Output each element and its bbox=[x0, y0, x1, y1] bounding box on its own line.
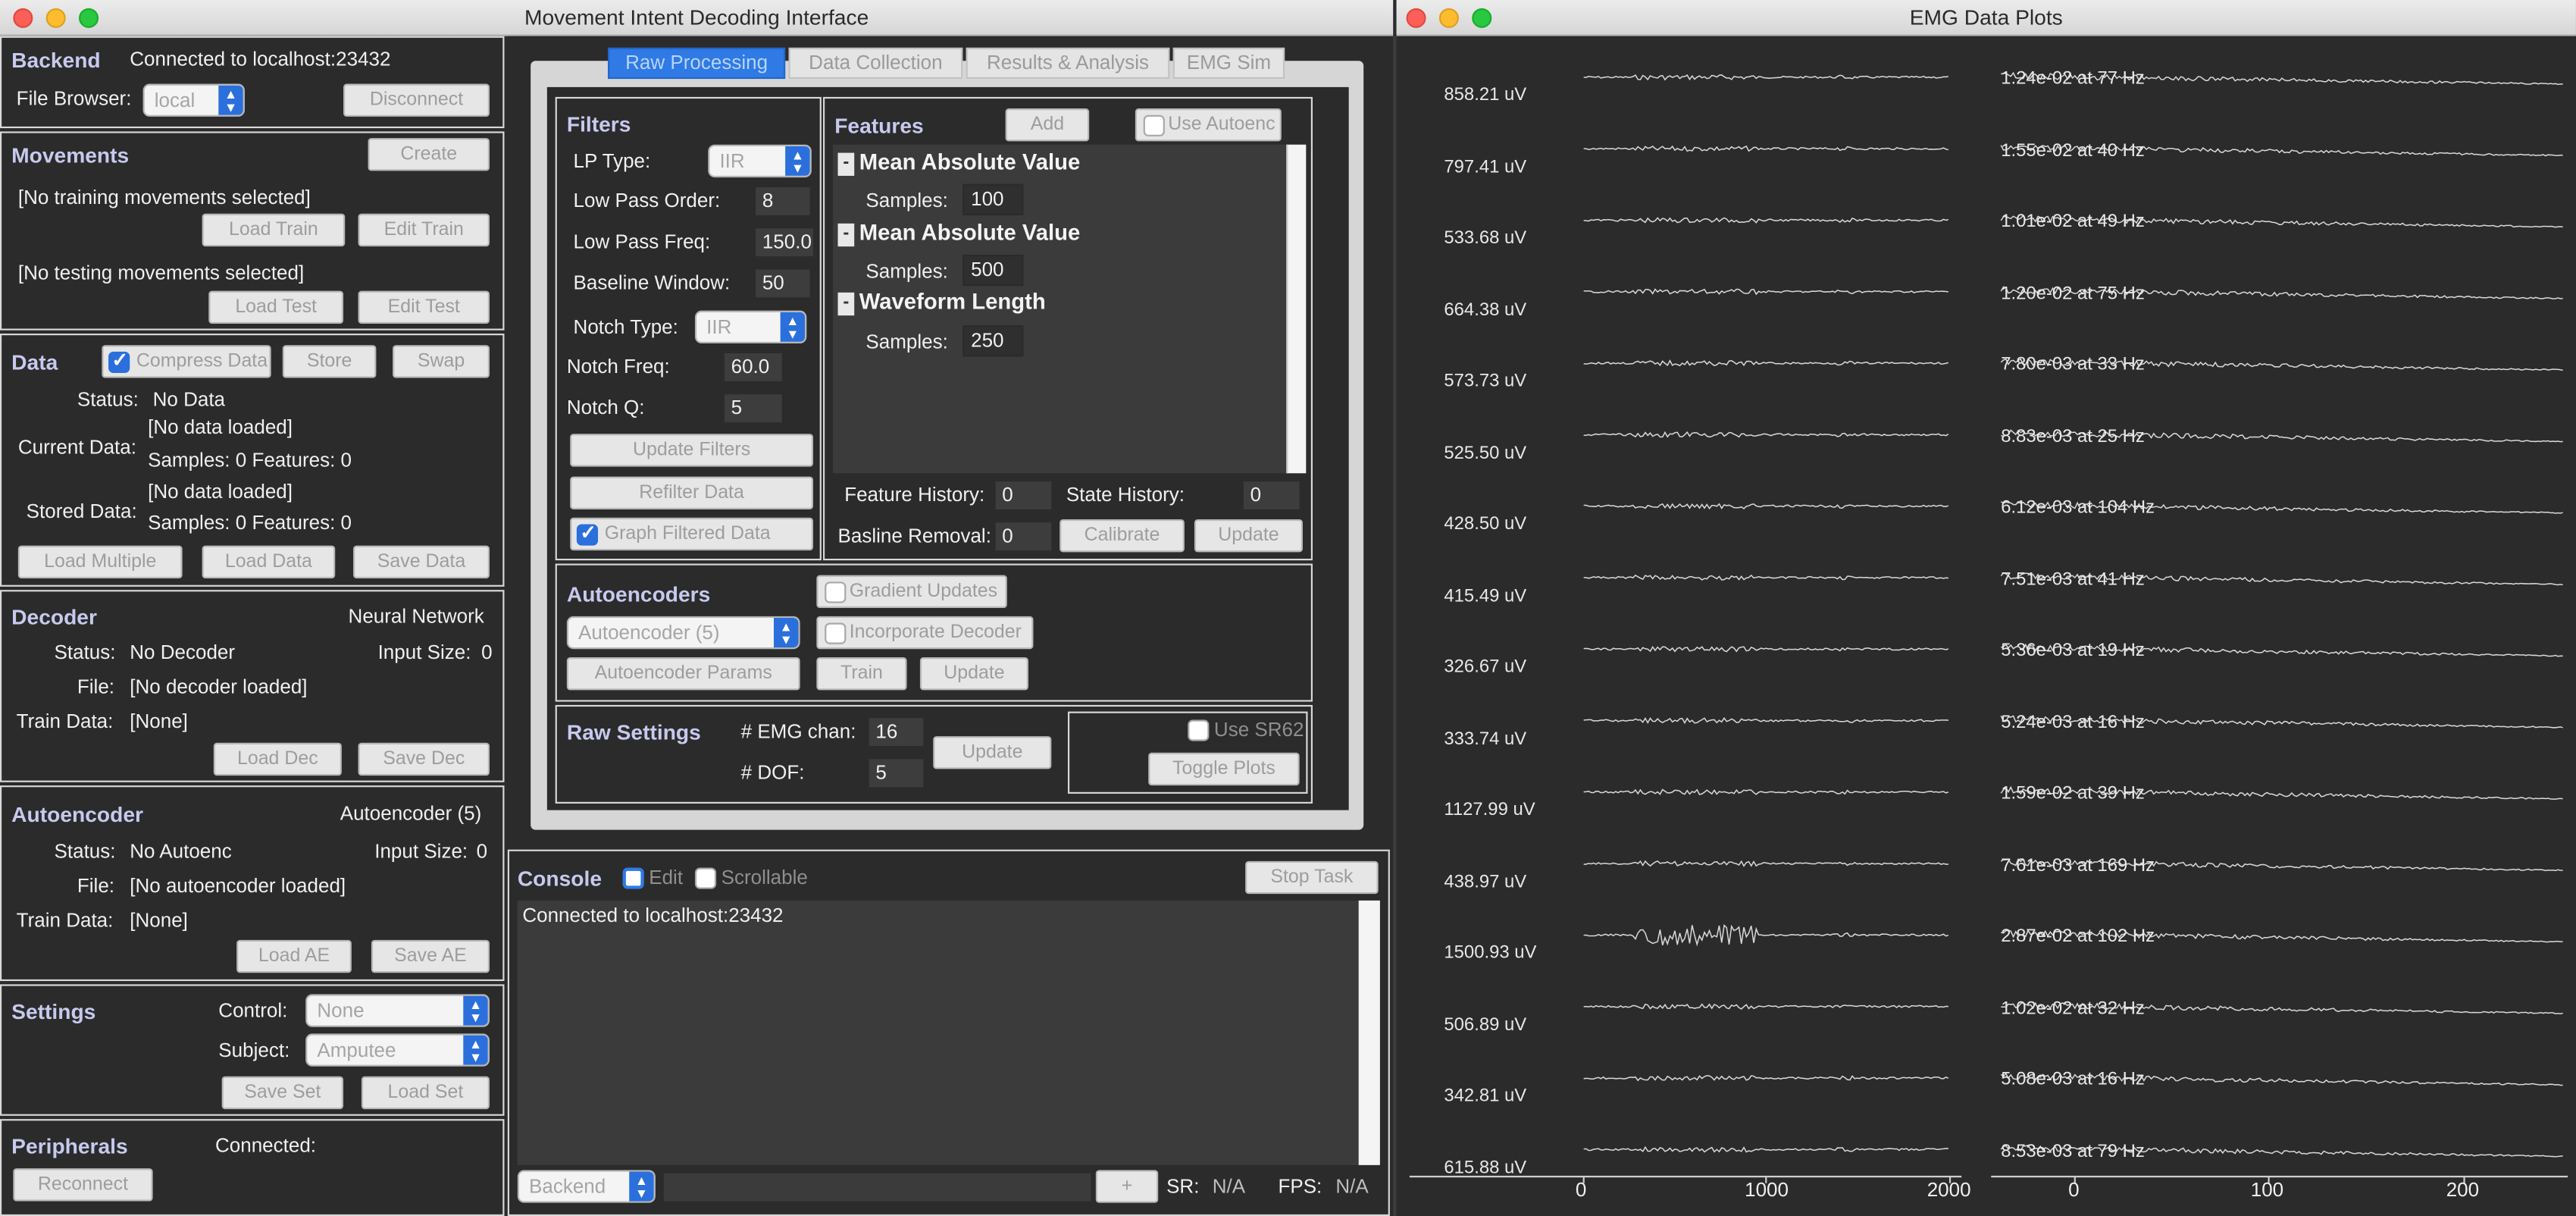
channel-peak-label: 1.02e-02 at 32 Hz bbox=[2001, 998, 2145, 1018]
channel-amplitude-label: 525.50 uV bbox=[1444, 443, 1527, 463]
time-trace bbox=[1583, 716, 1948, 725]
channel-peak-label: 7.61e-03 at 169 Hz bbox=[2001, 855, 2155, 876]
channel-amplitude-label: 797.41 uV bbox=[1444, 157, 1527, 177]
channel-peak-label: 5.08e-03 at 16 Hz bbox=[2001, 1070, 2145, 1090]
channel-peak-label: 7.80e-03 at 33 Hz bbox=[2001, 355, 2145, 375]
channel-peak-label: 1.24e-02 at 77 Hz bbox=[2001, 69, 2145, 89]
time-trace bbox=[1583, 288, 1948, 296]
time-trace bbox=[1583, 1003, 1948, 1010]
time-trace bbox=[1583, 924, 1949, 947]
channel-peak-label: 2.87e-02 at 102 Hz bbox=[2001, 926, 2155, 947]
freq-tick-label: 200 bbox=[2446, 1178, 2480, 1202]
channel-amplitude-label: 342.81 uV bbox=[1444, 1086, 1527, 1106]
channel-amplitude-label: 533.68 uV bbox=[1444, 228, 1527, 249]
channel-peak-label: 1.59e-02 at 39 Hz bbox=[2001, 783, 2145, 804]
time-tick-label: 2000 bbox=[1927, 1178, 1971, 1202]
time-trace bbox=[1583, 217, 1949, 224]
time-trace bbox=[1583, 860, 1948, 867]
channel-amplitude-label: 428.50 uV bbox=[1444, 514, 1527, 534]
channel-amplitude-label: 573.73 uV bbox=[1444, 371, 1527, 391]
channel-amplitude-label: 326.67 uV bbox=[1444, 657, 1527, 678]
channel-peak-label: 6.12e-03 at 104 Hz bbox=[2001, 497, 2155, 518]
time-trace bbox=[1583, 74, 1949, 81]
channel-amplitude-label: 333.74 uV bbox=[1444, 729, 1527, 749]
time-tick-label: 1000 bbox=[1745, 1178, 1789, 1202]
time-trace bbox=[1583, 788, 1949, 795]
channel-peak-label: 5.24e-03 at 16 Hz bbox=[2001, 712, 2145, 732]
channel-amplitude-label: 858.21 uV bbox=[1444, 85, 1527, 105]
time-trace bbox=[1583, 503, 1949, 509]
channel-amplitude-label: 415.49 uV bbox=[1444, 585, 1527, 606]
emg-traces bbox=[1583, 71, 2563, 1158]
time-trace bbox=[1583, 145, 1949, 152]
time-trace bbox=[1583, 574, 1948, 581]
time-trace bbox=[1583, 1145, 1948, 1153]
channel-peak-label: 5.36e-03 at 19 Hz bbox=[2001, 641, 2145, 661]
time-trace bbox=[1583, 359, 1949, 367]
channel-peak-label: 8.53e-03 at 79 Hz bbox=[2001, 1141, 2145, 1161]
axis-ticks bbox=[1582, 1177, 2465, 1183]
time-tick-label: 0 bbox=[1575, 1178, 1587, 1202]
channel-peak-label: 7.51e-03 at 41 Hz bbox=[2001, 569, 2145, 590]
time-trace bbox=[1583, 645, 1949, 653]
channel-amplitude-label: 615.88 uV bbox=[1444, 1158, 1527, 1178]
channel-peak-label: 1.55e-02 at 40 Hz bbox=[2001, 140, 2145, 161]
channel-peak-label: 1.01e-02 at 49 Hz bbox=[2001, 212, 2145, 232]
time-trace bbox=[1583, 1075, 1949, 1082]
channel-amplitude-label: 1127.99 uV bbox=[1444, 800, 1535, 820]
time-trace bbox=[1583, 431, 1949, 438]
channel-peak-label: 1.20e-02 at 75 Hz bbox=[2001, 283, 2145, 303]
freq-tick-label: 0 bbox=[2068, 1178, 2080, 1202]
freq-tick-label: 100 bbox=[2250, 1178, 2284, 1202]
channel-amplitude-label: 438.97 uV bbox=[1444, 871, 1527, 892]
channel-peak-label: 8.83e-03 at 25 Hz bbox=[2001, 426, 2145, 447]
channel-amplitude-label: 664.38 uV bbox=[1444, 299, 1527, 320]
channel-amplitude-label: 1500.93 uV bbox=[1444, 943, 1537, 964]
emg-plots-svg bbox=[1409, 71, 2568, 1183]
channel-amplitude-label: 506.89 uV bbox=[1444, 1014, 1527, 1035]
